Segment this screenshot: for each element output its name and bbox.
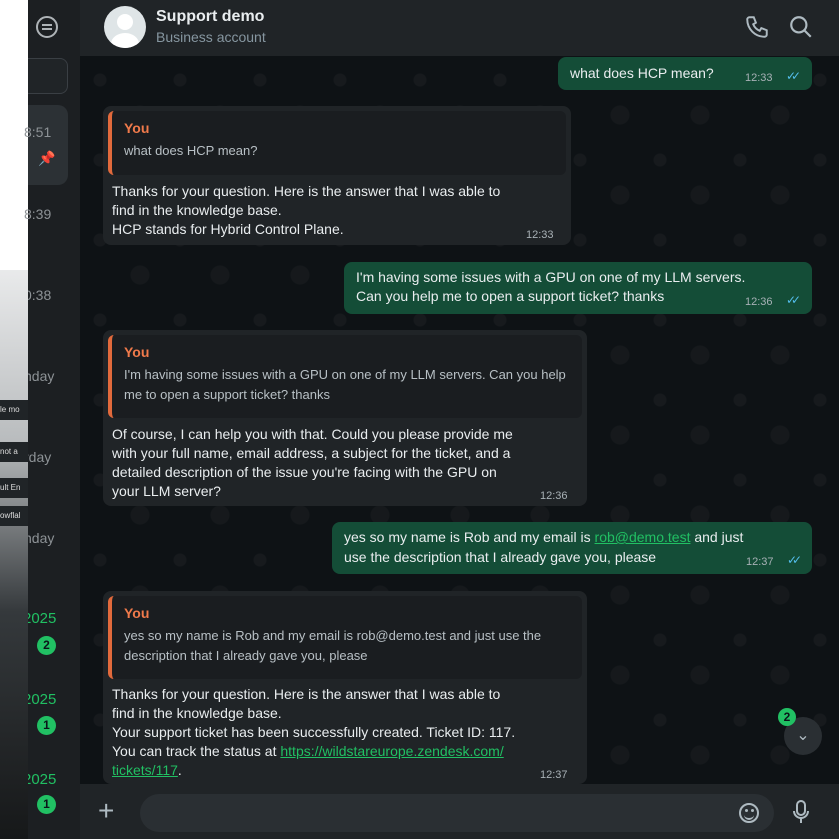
message-text: yes so my name is Rob and my email is ro… bbox=[344, 528, 743, 547]
emoji-icon[interactable] bbox=[739, 803, 759, 823]
quote-author: You bbox=[124, 605, 150, 621]
chat-time: 8:39 bbox=[24, 206, 52, 222]
message-time: 12:36 bbox=[540, 490, 568, 502]
unread-badge: 2 bbox=[37, 636, 56, 655]
dialog-row: le mo bbox=[0, 400, 28, 420]
read-receipt-icon: ✓✓ bbox=[786, 293, 801, 307]
email-link[interactable]: rob@demo.test bbox=[595, 529, 691, 545]
search-field[interactable] bbox=[28, 58, 68, 94]
ticket-link[interactable]: tickets/117 bbox=[112, 762, 178, 778]
chat-time: 2025 bbox=[23, 610, 57, 627]
quoted-message[interactable]: You what does HCP mean? bbox=[108, 111, 566, 175]
message-text: I'm having some issues with a GPU on one… bbox=[356, 269, 746, 304]
quote-author: You bbox=[124, 120, 150, 136]
chat-header[interactable]: Support demo Business account bbox=[80, 0, 839, 56]
incoming-message[interactable]: You what does HCP mean? Thanks for your … bbox=[103, 106, 571, 245]
read-receipt-icon: ✓✓ bbox=[787, 553, 802, 567]
contact-name: Support demo bbox=[156, 8, 265, 25]
message-text-part: yes so my name is Rob and my email is bbox=[344, 529, 595, 545]
quote-author: You bbox=[124, 344, 150, 360]
message-text: Of course, I can help you with that. Cou… bbox=[112, 426, 513, 499]
message-text: You can track the status at https://wild… bbox=[112, 742, 504, 761]
pin-icon: 📌 bbox=[38, 150, 56, 166]
avatar-body bbox=[111, 33, 139, 48]
chat-time: 0:38 bbox=[24, 287, 52, 303]
ticket-link[interactable]: https://wildstareurope.zendesk.com/ bbox=[280, 743, 503, 759]
message-text: tickets/117. bbox=[112, 761, 182, 780]
quote-text: I'm having some issues with a GPU on one… bbox=[124, 367, 566, 402]
microphone-icon[interactable] bbox=[791, 799, 811, 825]
dialog-row: ult En bbox=[0, 478, 28, 498]
chat-time: 8:51 bbox=[24, 124, 52, 140]
quote-text: yes so my name is Rob and my email is ro… bbox=[124, 628, 542, 663]
unread-badge: 1 bbox=[37, 795, 56, 814]
quoted-message[interactable]: You I'm having some issues with a GPU on… bbox=[108, 335, 582, 418]
phone-icon[interactable] bbox=[744, 14, 770, 40]
dialog-row: owflal bbox=[0, 506, 28, 526]
message-text-part: . bbox=[177, 762, 182, 778]
message-text: Thanks for your question. Here is the an… bbox=[112, 183, 501, 237]
avatar-head bbox=[117, 14, 133, 30]
unread-count-badge: 2 bbox=[778, 708, 796, 726]
search-icon[interactable] bbox=[788, 14, 814, 40]
incoming-message[interactable]: You yes so my name is Rob and my email i… bbox=[103, 591, 587, 784]
message-text-part: You can track the status at bbox=[112, 743, 281, 759]
message-time: 12:36 bbox=[745, 296, 773, 308]
message-text-part: and just bbox=[690, 529, 744, 545]
quoted-message[interactable]: You yes so my name is Rob and my email i… bbox=[108, 596, 582, 679]
chat-time: rday bbox=[24, 449, 52, 465]
outgoing-message[interactable]: I'm having some issues with a GPU on one… bbox=[344, 262, 812, 314]
avatar[interactable] bbox=[104, 6, 146, 48]
overlay-dialog: le mo not a ult En owflal bbox=[0, 270, 28, 839]
whatsapp-window: 8:51 📌 8:39 0:38 nday rday nday 2025 2 2… bbox=[0, 0, 839, 839]
message-time: 12:33 bbox=[526, 229, 554, 241]
unread-badge: 1 bbox=[37, 716, 56, 735]
message-text: what does HCP mean? bbox=[570, 65, 714, 81]
message-input[interactable] bbox=[140, 794, 774, 832]
chat-time: 2025 bbox=[23, 771, 57, 788]
contact-status: Business account bbox=[156, 29, 266, 45]
message-text: use the description that I already gave … bbox=[344, 549, 657, 565]
selected-chat-item[interactable] bbox=[28, 105, 68, 185]
chat-time: nday bbox=[24, 530, 55, 546]
chat-time: 2025 bbox=[23, 691, 57, 708]
outgoing-message[interactable]: what does HCP mean? 12:33 ✓✓ bbox=[558, 57, 812, 90]
message-time: 12:33 bbox=[745, 72, 773, 84]
conversation-panel: Support demo Business account what does … bbox=[80, 0, 839, 839]
chat-time: nday bbox=[24, 368, 55, 384]
incoming-message[interactable]: You I'm having some issues with a GPU on… bbox=[103, 330, 587, 506]
message-time: 12:37 bbox=[746, 556, 774, 568]
attach-plus-icon[interactable]: + bbox=[98, 796, 114, 826]
message-text: Thanks for your question. Here is the an… bbox=[112, 686, 516, 740]
message-time: 12:37 bbox=[540, 769, 568, 781]
quote-text: what does HCP mean? bbox=[124, 143, 258, 158]
message-composer: + bbox=[80, 784, 839, 839]
menu-icon[interactable] bbox=[36, 16, 58, 38]
read-receipt-icon: ✓✓ bbox=[786, 69, 801, 83]
dialog-row: not a bbox=[0, 442, 28, 462]
outgoing-message[interactable]: yes so my name is Rob and my email is ro… bbox=[332, 522, 812, 574]
